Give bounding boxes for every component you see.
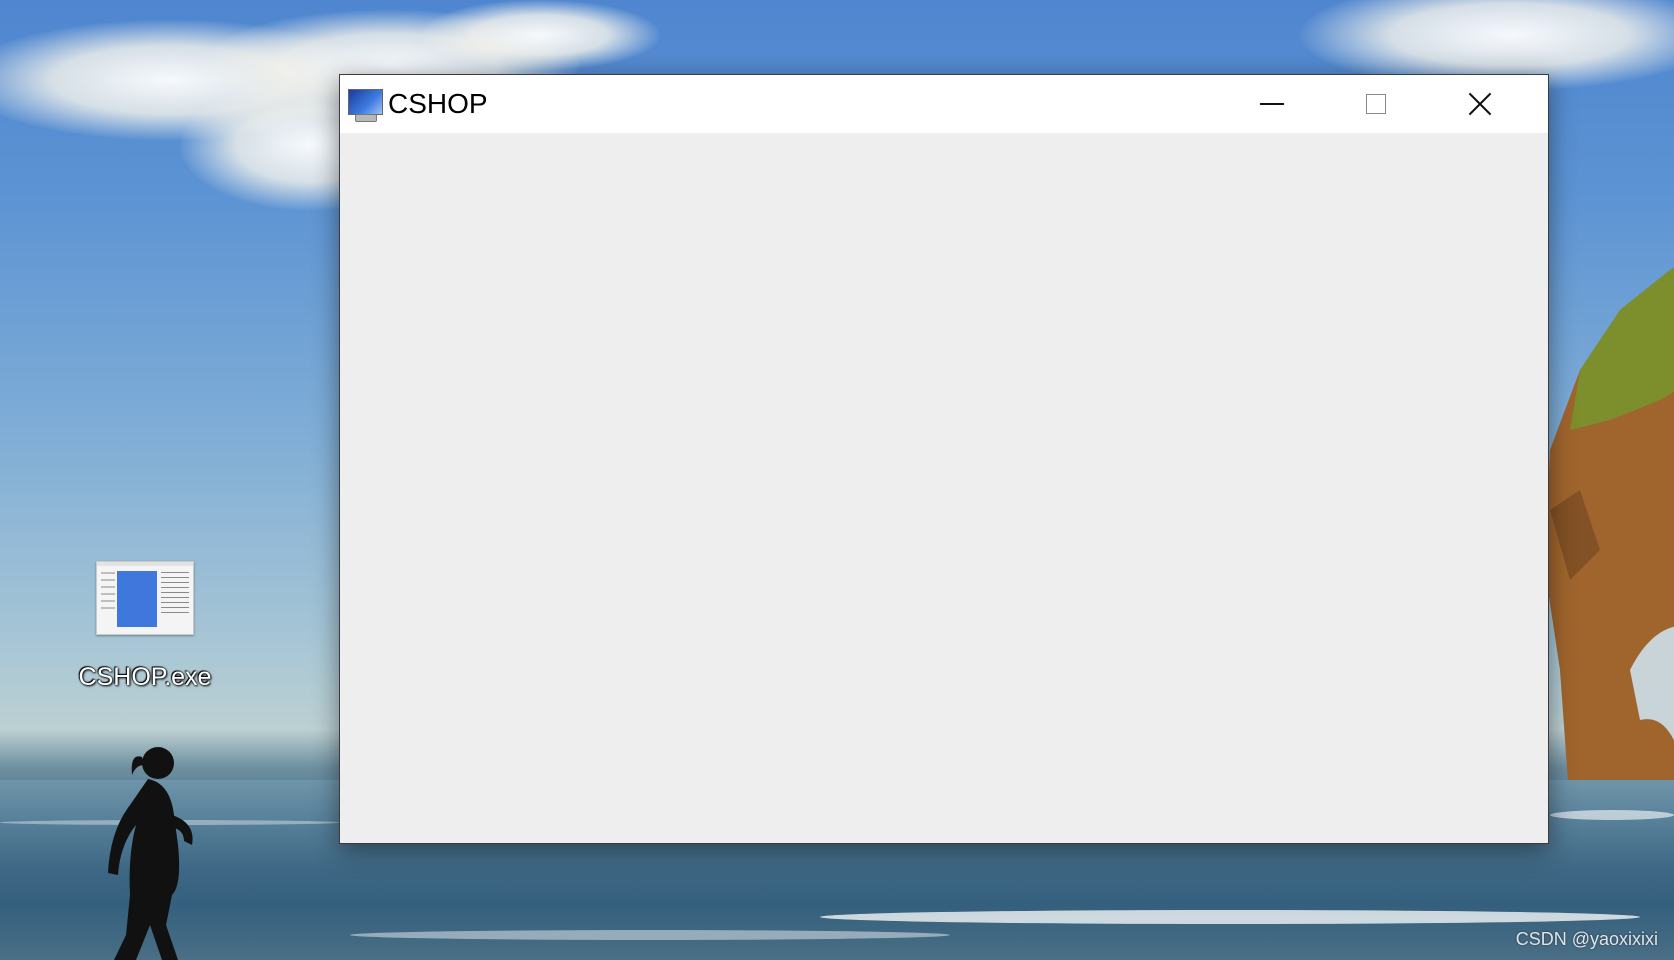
wave bbox=[350, 930, 950, 940]
minimize-button[interactable] bbox=[1220, 75, 1324, 133]
desktop-icon-label: CSHOP.exe bbox=[78, 663, 212, 691]
cliff bbox=[1545, 268, 1674, 810]
desktop-shortcut-cshop[interactable]: CSHOP.exe bbox=[60, 555, 230, 692]
maximize-icon bbox=[1366, 94, 1386, 114]
wave bbox=[1550, 810, 1674, 820]
close-icon bbox=[1467, 91, 1493, 117]
watermark: CSDN @yaoxixixi bbox=[1515, 929, 1658, 949]
window-title: CSHOP bbox=[388, 88, 488, 119]
minimize-icon bbox=[1260, 103, 1284, 105]
close-button[interactable] bbox=[1428, 75, 1532, 133]
wave bbox=[820, 910, 1640, 924]
monitor-icon[interactable] bbox=[347, 86, 383, 122]
application-window-icon bbox=[96, 561, 194, 635]
desktop: CSHOP.exe CSHOP CSDN @yaoxixixi bbox=[0, 0, 1674, 960]
runner-silhouette bbox=[108, 747, 193, 960]
cloud bbox=[420, 0, 660, 70]
title-bar[interactable]: CSHOP bbox=[340, 75, 1548, 133]
maximize-button[interactable] bbox=[1324, 75, 1428, 133]
cshop-window[interactable]: CSHOP bbox=[339, 74, 1549, 844]
client-area bbox=[340, 133, 1548, 843]
